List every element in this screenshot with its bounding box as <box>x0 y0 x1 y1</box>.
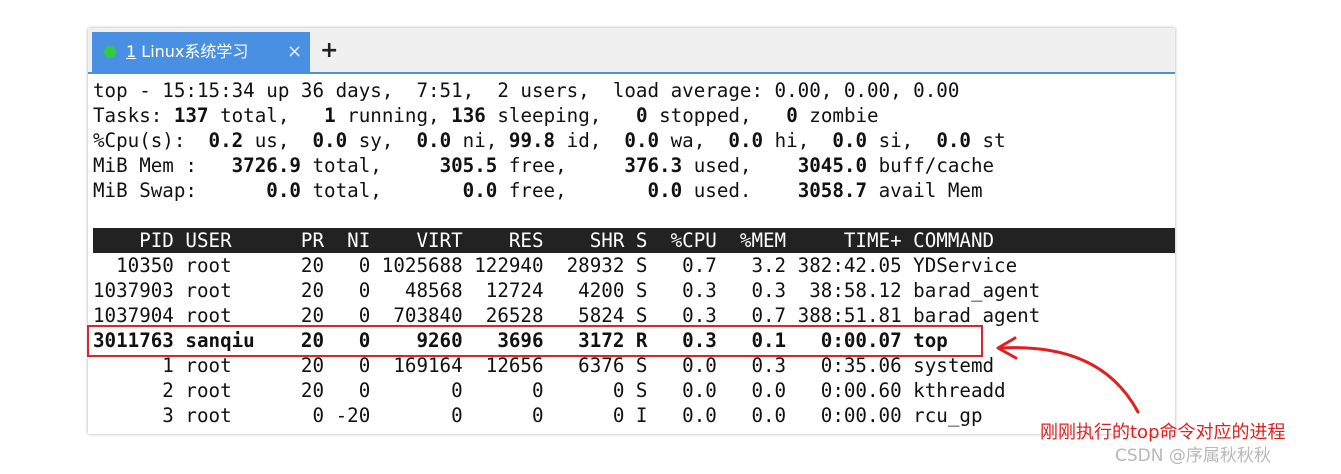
table-row: 1037904 root 20 0 703840 26528 5824 S 0.… <box>93 304 1041 327</box>
table-row: 10350 root 20 0 1025688 122940 28932 S 0… <box>93 254 1018 277</box>
tab-number: 1 <box>126 42 137 61</box>
cpu-line: %Cpu(s): 0.2 us, 0.0 sy, 0.0 ni, 99.8 id… <box>93 129 1006 152</box>
terminal-output[interactable]: top - 15:15:34 up 36 days, 7:51, 2 users… <box>93 78 1175 434</box>
swap-line: MiB Swap: 0.0 total, 0.0 free, 0.0 used.… <box>93 179 983 202</box>
terminal-window: 1 Linux系统学习 × + top - 15:15:34 up 36 day… <box>88 28 1175 434</box>
tab-bar: 1 Linux系统学习 × + <box>88 28 1175 74</box>
connection-status-icon <box>104 46 116 58</box>
table-row-highlighted: 3011763 sanqiu 20 0 9260 3696 3172 R 0.3… <box>93 329 948 352</box>
uptime-line: top - 15:15:34 up 36 days, 7:51, 2 users… <box>93 79 960 102</box>
tab-label: 1 Linux系统学习 <box>126 32 248 72</box>
close-icon[interactable]: × <box>287 32 302 72</box>
tab-linux-session[interactable]: 1 Linux系统学习 × <box>92 32 310 72</box>
table-row: 2 root 20 0 0 0 0 S 0.0 0.0 0:00.60 kthr… <box>93 379 1006 402</box>
tab-name: Linux系统学习 <box>141 42 249 61</box>
table-row: 1 root 20 0 169164 12656 6376 S 0.0 0.3 … <box>93 354 995 377</box>
process-table-header: PID USER PR NI VIRT RES SHR S %CPU %MEM … <box>93 228 1175 253</box>
table-header-text: PID USER PR NI VIRT RES SHR S %CPU %MEM … <box>93 229 995 252</box>
table-row: 3 root 0 -20 0 0 0 I 0.0 0.0 0:00.00 rcu… <box>93 404 983 427</box>
watermark: CSDN @序属秋秋秋 <box>1115 446 1271 466</box>
add-tab-button[interactable]: + <box>320 36 338 66</box>
mem-line: MiB Mem : 3726.9 total, 305.5 free, 376.… <box>93 154 995 177</box>
tasks-line: Tasks: 137 total, 1 running, 136 sleepin… <box>93 104 879 127</box>
table-row: 1037903 root 20 0 48568 12724 4200 S 0.3… <box>93 279 1041 302</box>
